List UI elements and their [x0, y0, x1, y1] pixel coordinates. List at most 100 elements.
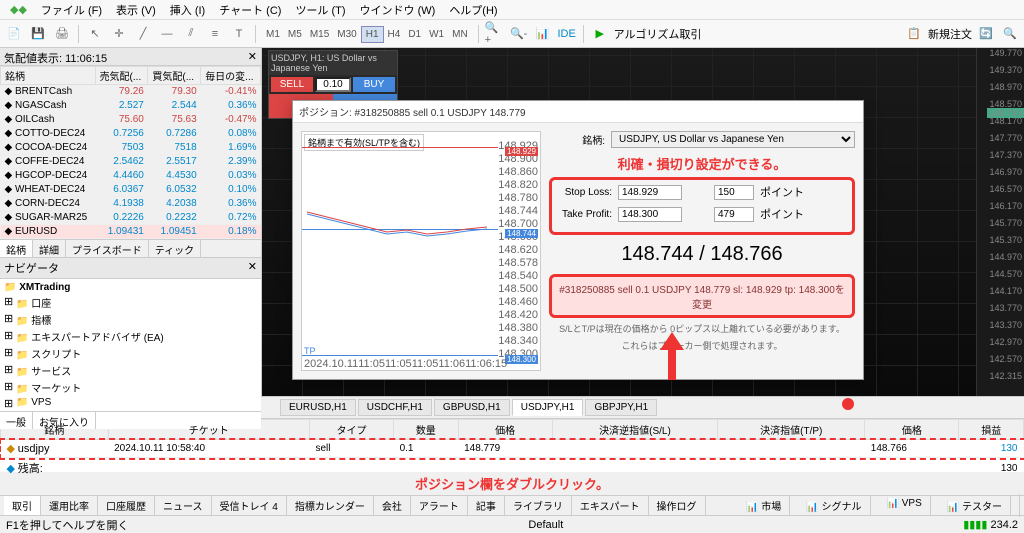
symbol-row[interactable]: ◆ SUGAR-MAR250.22260.22320.72% [1, 211, 261, 225]
menu-item[interactable]: チャート (C) [213, 0, 287, 20]
terminal-tab[interactable]: 指標カレンダー [287, 496, 374, 515]
lot-input[interactable] [315, 77, 351, 92]
chart-title: USDJPY, H1: US Dollar vs Japanese Yen [269, 51, 397, 75]
terminal-tab[interactable]: エキスパート [572, 496, 649, 515]
nav-item[interactable]: ⊞📁 スクリプト [2, 345, 259, 362]
terminal-tab[interactable]: アラート [411, 496, 468, 515]
buy-button[interactable]: BUY [353, 77, 395, 92]
symbol-row[interactable]: ◆ NGASCash2.5272.5440.36% [1, 99, 261, 113]
chart-tab[interactable]: USDJPY,H1 [512, 399, 584, 416]
terminal-tab[interactable]: 取引 [4, 496, 41, 515]
annotation-text: ポジション欄をダブルクリック。 [0, 472, 1024, 495]
market-watch-header: 気配値表示: 11:06:15 ✕ [0, 48, 261, 66]
cursor-icon[interactable]: ↖ [85, 24, 105, 44]
timeframe-H4[interactable]: H4 [384, 27, 405, 42]
symbol-row[interactable]: ◆ WHEAT-DEC246.03676.05320.10% [1, 183, 261, 197]
tp-points-input[interactable] [714, 207, 754, 222]
modify-position-dialog: ポジション: #318250885 sell 0.1 USDJPY 148.77… [292, 100, 864, 380]
menu-item[interactable]: ツール (T) [289, 0, 351, 20]
terminal-tabs[interactable]: 取引運用比率口座履歴ニュース受信トレイ 4指標カレンダー会社アラート記事ライブラ… [0, 495, 1024, 515]
symbol-row[interactable]: ◆ HGCOP-DEC244.44604.45300.03% [1, 169, 261, 183]
nav-item[interactable]: ⊞📁 マーケット [2, 379, 259, 396]
chart-tab[interactable]: EURUSD,H1 [280, 399, 356, 416]
sl-points-input[interactable] [714, 185, 754, 200]
timeframe-MN[interactable]: MN [448, 27, 472, 42]
menubar: ◆◆ ファイル (F)表示 (V)挿入 (I)チャート (C)ツール (T)ウイ… [0, 0, 1024, 20]
timeframe-M1[interactable]: M1 [262, 27, 284, 42]
chart-tab[interactable]: GBPJPY,H1 [585, 399, 657, 416]
zoom-in-icon[interactable]: 🔍+ [485, 24, 505, 44]
navigator-tree[interactable]: 📁 XMTrading⊞📁 口座⊞📁 指標⊞📁 エキスパートアドバイザ (EA)… [0, 279, 261, 411]
timeframe-M30[interactable]: M30 [333, 27, 360, 42]
line-icon[interactable]: ╱ [133, 24, 153, 44]
dialog-title: ポジション: #318250885 sell 0.1 USDJPY 148.77… [293, 101, 863, 123]
nav-item[interactable]: ⊞📁 サービス [2, 362, 259, 379]
search-icon[interactable]: 🔍 [1000, 24, 1020, 44]
sl-tp-group: Stop Loss: ポイント Take Profit: ポイント [549, 177, 855, 235]
chart-type-icon[interactable]: 📊 [533, 24, 553, 44]
timeframe-M15[interactable]: M15 [306, 27, 333, 42]
fib-icon[interactable]: ≡ [205, 24, 225, 44]
close-icon[interactable]: ✕ [248, 260, 257, 276]
terminal-tab[interactable]: 口座履歴 [98, 496, 155, 515]
terminal-tab[interactable]: 操作ログ [649, 496, 706, 515]
algo-trade-button[interactable]: アルゴリズム取引 [614, 26, 702, 42]
menu-item[interactable]: ファイル (F) [35, 0, 108, 20]
dialog-mini-chart: 銘柄まで有効(SL/TPを含む) 148.929148.900148.86014… [301, 131, 541, 371]
chart-tab[interactable]: USDCHF,H1 [358, 399, 432, 416]
symbol-row[interactable]: ◆ EURUSD1.094311.094510.18% [1, 225, 261, 239]
app-icon: ◆◆ [4, 1, 33, 18]
symbol-row[interactable]: ◆ CORN-DEC244.19384.20380.36% [1, 197, 261, 211]
chart-tab[interactable]: GBPUSD,H1 [434, 399, 510, 416]
position-row[interactable]: ◆ usdjpy 2024.10.11 10:58:40 sell 0.1 14… [1, 440, 1024, 458]
menu-item[interactable]: ウインドウ (W) [354, 0, 442, 20]
main-toolbar: 📄 💾 🖨 ↖ ✛ ╱ — ⫽ ≡ T M1M5M15M30H1H4D1W1MN… [0, 20, 1024, 48]
terminal-tab[interactable]: 受信トレイ 4 [212, 496, 287, 515]
symbol-row[interactable]: ◆ OILCash75.6075.63-0.47% [1, 113, 261, 127]
terminal-tab[interactable]: 会社 [374, 496, 411, 515]
symbol-row[interactable]: ◆ COTTO-DEC240.72560.72860.08% [1, 127, 261, 141]
terminal-tab[interactable]: 運用比率 [41, 496, 98, 515]
watch-tabs[interactable]: 銘柄詳細プライスボードティック [0, 239, 261, 257]
timeframe-W1[interactable]: W1 [425, 27, 448, 42]
menu-item[interactable]: 挿入 (I) [164, 0, 211, 20]
menu-item[interactable]: 表示 (V) [110, 0, 162, 20]
save-icon[interactable]: 💾 [28, 24, 48, 44]
menu-item[interactable]: ヘルプ(H) [443, 0, 503, 20]
nav-item[interactable]: ⊞📁 エキスパートアドバイザ (EA) [2, 328, 259, 345]
ide-button[interactable]: IDE [557, 24, 577, 44]
print-icon[interactable]: 🖨 [52, 24, 72, 44]
sl-input[interactable] [618, 185, 682, 200]
hline-icon[interactable]: — [157, 24, 177, 44]
new-order-button[interactable]: 新規注文 [928, 26, 972, 42]
terminal-tab[interactable]: 記事 [468, 496, 505, 515]
play-icon[interactable]: ▶ [590, 24, 610, 44]
terminal-tab[interactable]: ニュース [155, 496, 212, 515]
market-watch-table[interactable]: 銘柄売気配(...買気配(...毎日の変...◆ BRENTCash79.267… [0, 66, 261, 239]
nav-item[interactable]: ⊞📁 口座 [2, 294, 259, 311]
nav-item[interactable]: ⊞📁 指標 [2, 311, 259, 328]
symbol-row[interactable]: ◆ COFFE-DEC242.54622.55172.39% [1, 155, 261, 169]
text-icon[interactable]: T [229, 24, 249, 44]
close-icon[interactable]: ✕ [248, 50, 257, 63]
nav-item[interactable]: ⊞📁 VPS [2, 396, 259, 409]
left-panel: 気配値表示: 11:06:15 ✕ 銘柄売気配(...買気配(...毎日の変..… [0, 48, 262, 396]
zoom-out-icon[interactable]: 🔍- [509, 24, 529, 44]
modify-button[interactable]: #318250885 sell 0.1 USDJPY 148.779 sl: 1… [549, 274, 855, 318]
new-order-icon[interactable]: 📋 [904, 24, 924, 44]
crosshair-icon[interactable]: ✛ [109, 24, 129, 44]
symbol-row[interactable]: ◆ BRENTCash79.2679.30-0.41% [1, 85, 261, 99]
symbol-row[interactable]: ◆ COCOA-DEC24750375181.69% [1, 141, 261, 155]
symbol-select[interactable]: USDJPY, US Dollar vs Japanese Yen [611, 131, 855, 148]
timeframe-D1[interactable]: D1 [404, 27, 425, 42]
timeframe-H1[interactable]: H1 [361, 26, 384, 43]
refresh-icon[interactable]: 🔄 [976, 24, 996, 44]
status-help: F1を押してヘルプを開く [6, 517, 129, 533]
new-file-icon[interactable]: 📄 [4, 24, 24, 44]
timeframe-M5[interactable]: M5 [284, 27, 306, 42]
tp-input[interactable] [618, 207, 682, 222]
sell-button[interactable]: SELL [271, 77, 313, 92]
channel-icon[interactable]: ⫽ [181, 24, 201, 44]
terminal-tab[interactable]: ライブラリ [505, 496, 572, 515]
symbol-label: 銘柄: [549, 132, 605, 147]
